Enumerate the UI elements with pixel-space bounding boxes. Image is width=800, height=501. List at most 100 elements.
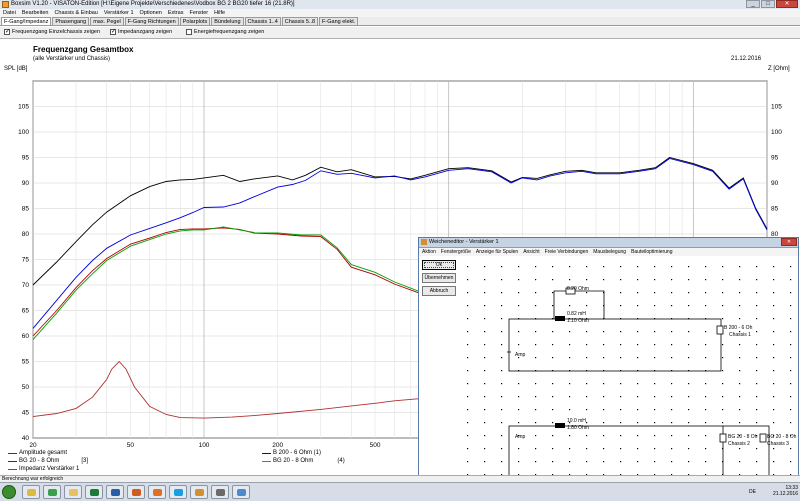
grid-dot	[484, 409, 486, 411]
grid-dot	[518, 383, 520, 385]
grid-dot	[620, 409, 622, 411]
y-tick-label: 75	[22, 257, 30, 264]
grid-dot	[756, 266, 758, 268]
grid-dot	[603, 279, 605, 281]
grid-dot	[603, 422, 605, 424]
menu-bearbeiten[interactable]: Bearbeiten	[22, 9, 49, 17]
grid-dot	[739, 396, 741, 398]
taskbar-chrome-icon[interactable]	[43, 485, 61, 499]
taskbar-excel-icon[interactable]	[85, 485, 103, 499]
grid-dot	[654, 448, 656, 450]
y-tick-label: 85	[22, 206, 30, 213]
grid-dot	[569, 344, 571, 346]
checkbox-energiefrequenzgang[interactable]: Energiefrequenzgang zeigen	[186, 29, 264, 35]
grid-dot	[569, 331, 571, 333]
grid-dot	[739, 370, 741, 372]
grid-dot	[484, 344, 486, 346]
grid-dot	[501, 409, 503, 411]
menu-datei[interactable]: Datei	[3, 9, 16, 17]
checkbox-impedanzgang[interactable]: ✓ Impedanzgang zeigen	[110, 29, 172, 35]
grid-dot	[620, 331, 622, 333]
tab-polarplots[interactable]: Polarplots	[179, 17, 211, 25]
menu-hilfe[interactable]: Hilfe	[214, 9, 225, 17]
grid-dot	[705, 435, 707, 437]
taskbar-word-icon[interactable]	[106, 485, 124, 499]
grid-dot	[552, 422, 554, 424]
menu-fenster[interactable]: Fenster	[189, 9, 208, 17]
grid-dot	[603, 383, 605, 385]
menu-extras[interactable]: Extras	[168, 9, 184, 17]
y2-tick-label: 100	[771, 129, 782, 136]
tab-buendelung[interactable]: Bündelung	[211, 17, 244, 25]
tab-chassis-1-4[interactable]: Chassis 1..4	[244, 17, 281, 25]
grid-dot	[518, 279, 520, 281]
grid-dot	[501, 279, 503, 281]
grid-dot	[722, 422, 724, 424]
grid-dot	[688, 305, 690, 307]
tray-language[interactable]: DE	[749, 489, 756, 495]
grid-dot	[569, 383, 571, 385]
grid-dot	[552, 461, 554, 463]
legend: Amplitude gesamt BG 20 - 8 Ohm [3] Imped…	[0, 449, 420, 475]
inductor-label: 0.82 mH	[567, 311, 586, 317]
y-tick-label: 70	[22, 282, 30, 289]
menu-optionen[interactable]: Optionen	[140, 9, 162, 17]
minimize-button[interactable]: _	[746, 0, 760, 8]
tab-chassis-5-8[interactable]: Chassis 5..8	[281, 17, 319, 25]
tab-fgang-impedanz[interactable]: F-Gang/Impedanz	[1, 17, 52, 25]
menu-chassis[interactable]: Chassis & Einbau	[54, 9, 97, 17]
checkbox-box[interactable]: ✓	[4, 29, 10, 35]
grid-dot	[535, 448, 537, 450]
grid-dot	[620, 396, 622, 398]
taskbar-app-icon[interactable]	[211, 485, 229, 499]
grid-dot	[654, 266, 656, 268]
grid-dot	[501, 305, 503, 307]
grid-dot	[722, 396, 724, 398]
tab-fgang-richtungen[interactable]: F-Gang Richtungen	[124, 17, 179, 25]
taskbar-glyph	[69, 489, 78, 496]
taskbar-app2-icon[interactable]	[232, 485, 250, 499]
status-bar: Berechnung war erfolgreich	[0, 475, 800, 482]
grid-dot	[756, 344, 758, 346]
tab-phasengang[interactable]: Phasengang	[52, 17, 90, 25]
grid-dot	[637, 422, 639, 424]
tab-max-pegel[interactable]: max. Pegel	[90, 17, 124, 25]
checkbox-box[interactable]: ✓	[110, 29, 116, 35]
grid-dot	[790, 357, 792, 359]
tab-fgang-elekt[interactable]: F-Gang elekt.	[319, 17, 359, 25]
grid-dot	[654, 331, 656, 333]
grid-dot	[586, 331, 588, 333]
checkbox-label: Impedanzgang zeigen	[118, 29, 173, 35]
legend-suffix: [3]	[81, 458, 89, 464]
grid-dot	[586, 422, 588, 424]
taskbar-explorer-icon[interactable]	[22, 485, 40, 499]
y-tick-label: 45	[22, 410, 30, 417]
maximize-button[interactable]: □	[761, 0, 775, 8]
grid-dot	[705, 331, 707, 333]
taskbar-folder-icon[interactable]	[64, 485, 82, 499]
menu-verstaerker[interactable]: Verstärker 1	[104, 9, 134, 17]
y-tick-label: 95	[22, 155, 30, 162]
grid-dot	[552, 383, 554, 385]
taskbar-glyph	[90, 489, 99, 496]
grid-dot	[756, 370, 758, 372]
grid-dot	[484, 318, 486, 320]
close-button[interactable]: ✕	[776, 0, 798, 8]
taskbar-skype-icon[interactable]	[169, 485, 187, 499]
x-tick-label: 500	[370, 442, 381, 449]
start-button[interactable]	[2, 485, 16, 499]
grid-dot	[722, 409, 724, 411]
taskbar-firefox-icon[interactable]	[148, 485, 166, 499]
grid-dot	[773, 396, 775, 398]
tray-date[interactable]: 21.12.2016	[773, 491, 798, 497]
checkbox-box[interactable]	[186, 29, 192, 35]
grid-dot	[773, 292, 775, 294]
grid-dot	[790, 383, 792, 385]
checkbox-einzelchassis[interactable]: ✓ Frequenzgang Einzelchassis zeigen	[4, 29, 100, 35]
grid-dot	[552, 396, 554, 398]
taskbar-boxsim-icon[interactable]	[190, 485, 208, 499]
grid-dot	[518, 409, 520, 411]
grid-dot	[654, 435, 656, 437]
system-tray: 13:33 21.12.2016	[773, 485, 798, 497]
taskbar-powerpoint-icon[interactable]	[127, 485, 145, 499]
